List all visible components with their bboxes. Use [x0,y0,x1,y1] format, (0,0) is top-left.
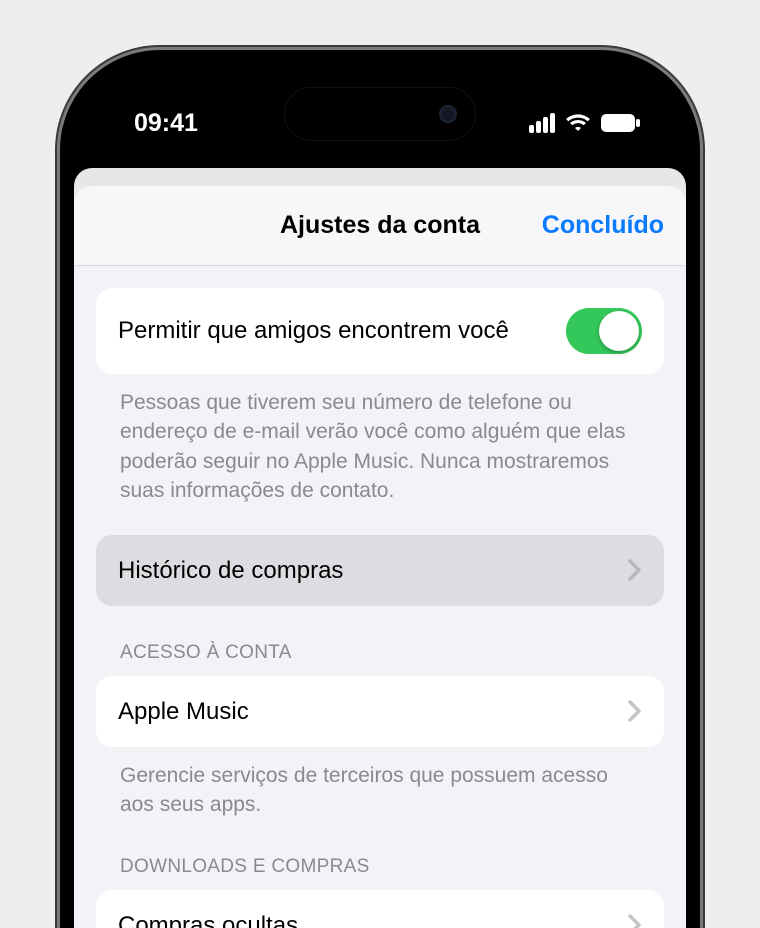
front-camera [439,105,457,123]
account-settings-sheet: Ajustes da conta Concluído Permitir que … [74,186,686,928]
chevron-right-icon [628,914,642,928]
apple-music-row[interactable]: Apple Music [96,676,664,747]
status-time: 09:41 [134,109,198,138]
wifi-icon [565,113,591,133]
chevron-right-icon [628,700,642,722]
done-button[interactable]: Concluído [542,186,664,265]
chevron-right-icon [628,559,642,581]
phone-screen: 09:41 [74,64,686,928]
account-access-group: Apple Music [96,676,664,747]
friends-find-you-cell: Permitir que amigos encontrem você [96,288,664,374]
sheet-header: Ajustes da conta Concluído [74,186,686,266]
account-access-footer: Gerencie serviços de terceiros que possu… [96,747,664,820]
hidden-purchases-row[interactable]: Compras ocultas [96,890,664,928]
hidden-purchases-label: Compras ocultas [118,910,628,928]
cellular-icon [529,113,555,133]
battery-icon [601,114,641,132]
phone-frame: 09:41 [60,50,700,928]
apple-music-label: Apple Music [118,696,628,727]
status-right [529,113,641,133]
purchase-history-row[interactable]: Histórico de compras [96,535,664,606]
purchase-history-label: Histórico de compras [118,555,628,586]
dynamic-island [285,88,475,140]
friends-find-you-row: Permitir que amigos encontrem você [96,288,664,374]
friends-find-you-toggle[interactable] [566,308,642,354]
account-access-header: Acesso à conta [96,606,664,676]
downloads-group: Compras ocultas [96,890,664,928]
friends-find-you-footer: Pessoas que tiverem seu número de telefo… [96,374,664,506]
downloads-header: Downloads e compras [96,820,664,890]
friends-find-you-label: Permitir que amigos encontrem você [118,315,566,346]
sheet-title: Ajustes da conta [280,211,480,240]
